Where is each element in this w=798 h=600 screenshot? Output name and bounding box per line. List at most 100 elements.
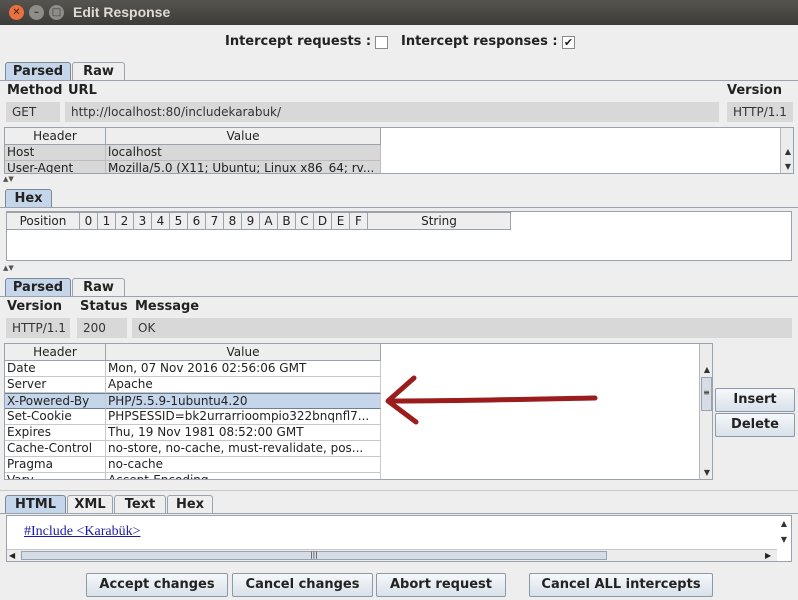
url-label: URL bbox=[68, 83, 97, 98]
divider bbox=[0, 207, 798, 208]
version-field[interactable]: HTTP/1.1 bbox=[727, 102, 793, 122]
scroll-up-icon[interactable]: ▲ bbox=[777, 518, 791, 530]
window-title: Edit Response bbox=[73, 4, 171, 20]
header-value-cell[interactable]: Accept-Encoding bbox=[106, 473, 381, 479]
delete-button[interactable]: Delete bbox=[715, 413, 795, 437]
divider bbox=[0, 296, 798, 297]
intercept-responses-label: Intercept responses : bbox=[401, 34, 558, 49]
header-value-cell[interactable]: PHPSESSID=bk2urrarrioompio322bnqnfl7... bbox=[106, 409, 381, 425]
response-version-label: Version bbox=[7, 299, 62, 314]
method-field[interactable]: GET bbox=[6, 102, 60, 122]
html-body-view: #Include <Karabük> ▲ ▼ ◀ ||| ▶ bbox=[6, 515, 792, 562]
header-value-cell[interactable]: Mon, 07 Nov 2016 02:56:06 GMT bbox=[106, 361, 381, 377]
hex-column[interactable]: A bbox=[260, 212, 278, 230]
string-column[interactable]: String bbox=[368, 212, 511, 230]
scroll-thumb[interactable]: ≡ bbox=[701, 377, 712, 411]
hex-table: Position 0 1 2 3 4 5 6 7 8 9 A B C D E F… bbox=[6, 211, 792, 261]
hex-column[interactable]: 0 bbox=[80, 212, 98, 230]
response-tab-parsed[interactable]: Parsed bbox=[5, 278, 71, 297]
body-tab-xml[interactable]: XML bbox=[67, 495, 113, 514]
hex-column[interactable]: 3 bbox=[134, 212, 152, 230]
header-value-cell[interactable]: no-store, no-cache, must-revalidate, pos… bbox=[106, 441, 381, 457]
header-name-cell[interactable]: Server bbox=[5, 377, 106, 393]
header-name-cell[interactable]: User-Agent bbox=[5, 161, 106, 173]
header-name-cell[interactable]: Date bbox=[5, 361, 106, 377]
scroll-left-icon[interactable]: ◀ bbox=[9, 550, 15, 561]
body-vscroll[interactable]: ▲ ▼ bbox=[777, 516, 791, 549]
header-name-cell[interactable]: Host bbox=[5, 145, 106, 161]
header-value-cell[interactable]: localhost bbox=[106, 145, 381, 161]
minimize-window-button[interactable]: – bbox=[29, 5, 44, 20]
hex-column[interactable]: 9 bbox=[242, 212, 260, 230]
header-name-cell[interactable]: Cache-Control bbox=[5, 441, 106, 457]
accept-changes-button[interactable]: Accept changes bbox=[86, 573, 228, 597]
cancel-changes-button[interactable]: Cancel changes bbox=[232, 573, 373, 597]
maximize-window-button[interactable]: □ bbox=[49, 5, 64, 20]
response-headers-scrollbar[interactable]: ▲ ≡ ▼ bbox=[699, 344, 712, 479]
insert-button[interactable]: Insert bbox=[715, 388, 795, 412]
scroll-down-icon[interactable]: ▼ bbox=[777, 534, 791, 546]
cancel-all-intercepts-button[interactable]: Cancel ALL intercepts bbox=[529, 573, 713, 597]
header-name-cell[interactable]: X-Powered-By bbox=[5, 393, 106, 409]
header-column[interactable]: Header bbox=[5, 128, 106, 145]
value-column[interactable]: Value bbox=[106, 344, 381, 361]
header-value-cell[interactable]: Mozilla/5.0 (X11; Ubuntu; Linux x86_64; … bbox=[106, 161, 381, 173]
header-name-cell[interactable]: Vary bbox=[5, 473, 106, 479]
request-headers-scrollbar[interactable]: ▲ ▼ bbox=[780, 128, 793, 173]
scroll-up-icon[interactable]: ▲ bbox=[781, 146, 793, 158]
hex-column[interactable]: C bbox=[296, 212, 314, 230]
header-name-cell[interactable]: Set-Cookie bbox=[5, 409, 106, 425]
hex-column[interactable]: 5 bbox=[170, 212, 188, 230]
intercept-requests-label: Intercept requests : bbox=[225, 34, 372, 49]
request-tab-parsed[interactable]: Parsed bbox=[5, 62, 71, 81]
abort-request-button[interactable]: Abort request bbox=[376, 573, 506, 597]
scroll-thumb[interactable]: ||| bbox=[21, 551, 607, 560]
header-value-cell[interactable]: Apache bbox=[106, 377, 381, 393]
hex-column[interactable]: F bbox=[350, 212, 368, 230]
hex-column[interactable]: E bbox=[332, 212, 350, 230]
intercept-requests-checkbox[interactable] bbox=[375, 36, 388, 49]
hex-column[interactable]: 6 bbox=[188, 212, 206, 230]
response-headers-table: Header Value Date Mon, 07 Nov 2016 02:56:… bbox=[4, 343, 713, 480]
body-hscroll[interactable]: ◀ ||| ▶ bbox=[7, 549, 777, 561]
header-value-cell[interactable]: PHP/5.5.9-1ubuntu4.20 bbox=[106, 393, 381, 409]
split-handle[interactable]: ▲▼ bbox=[0, 265, 798, 272]
body-tab-text[interactable]: Text bbox=[114, 495, 166, 514]
header-value-cell[interactable]: Thu, 19 Nov 1981 08:52:00 GMT bbox=[106, 425, 381, 441]
message-field[interactable]: OK bbox=[132, 318, 792, 338]
hex-tab[interactable]: Hex bbox=[5, 189, 52, 208]
scroll-down-icon[interactable]: ▼ bbox=[781, 161, 793, 173]
body-tab-html[interactable]: HTML bbox=[5, 495, 66, 514]
header-name-cell[interactable]: Expires bbox=[5, 425, 106, 441]
value-column[interactable]: Value bbox=[106, 128, 381, 145]
scroll-up-icon[interactable]: ▲ bbox=[700, 364, 712, 376]
request-tab-raw[interactable]: Raw bbox=[72, 62, 125, 81]
hex-column[interactable]: 4 bbox=[152, 212, 170, 230]
response-tab-raw[interactable]: Raw bbox=[72, 278, 125, 297]
hex-column[interactable]: 8 bbox=[224, 212, 242, 230]
hex-column[interactable]: 1 bbox=[98, 212, 116, 230]
hex-column[interactable]: 2 bbox=[116, 212, 134, 230]
title-bar: ✕ – □ Edit Response bbox=[0, 0, 798, 25]
hex-column[interactable]: D bbox=[314, 212, 332, 230]
header-name-cell[interactable]: Pragma bbox=[5, 457, 106, 473]
scroll-right-icon[interactable]: ▶ bbox=[765, 550, 771, 561]
body-tab-hex[interactable]: Hex bbox=[167, 495, 213, 514]
status-label: Status bbox=[80, 299, 128, 314]
close-window-button[interactable]: ✕ bbox=[9, 5, 24, 20]
url-field[interactable]: http://localhost:80/includekarabuk/ bbox=[65, 102, 719, 122]
header-column[interactable]: Header bbox=[5, 344, 106, 361]
status-field[interactable]: 200 bbox=[77, 318, 127, 338]
hex-column[interactable]: 7 bbox=[206, 212, 224, 230]
position-column[interactable]: Position bbox=[7, 212, 80, 230]
annotation-arrow-icon bbox=[385, 375, 598, 425]
hex-column[interactable]: B bbox=[278, 212, 296, 230]
response-version-field[interactable]: HTTP/1.1 bbox=[6, 318, 70, 338]
split-handle[interactable]: ▲▼ bbox=[0, 176, 798, 183]
version-label: Version bbox=[727, 83, 782, 98]
header-value-cell[interactable]: no-cache bbox=[106, 457, 381, 473]
body-link[interactable]: #Include <Karabük> bbox=[24, 524, 140, 540]
scroll-down-icon[interactable]: ▼ bbox=[700, 467, 712, 479]
divider bbox=[0, 490, 798, 491]
intercept-responses-checkbox[interactable]: ✔ bbox=[562, 36, 575, 49]
